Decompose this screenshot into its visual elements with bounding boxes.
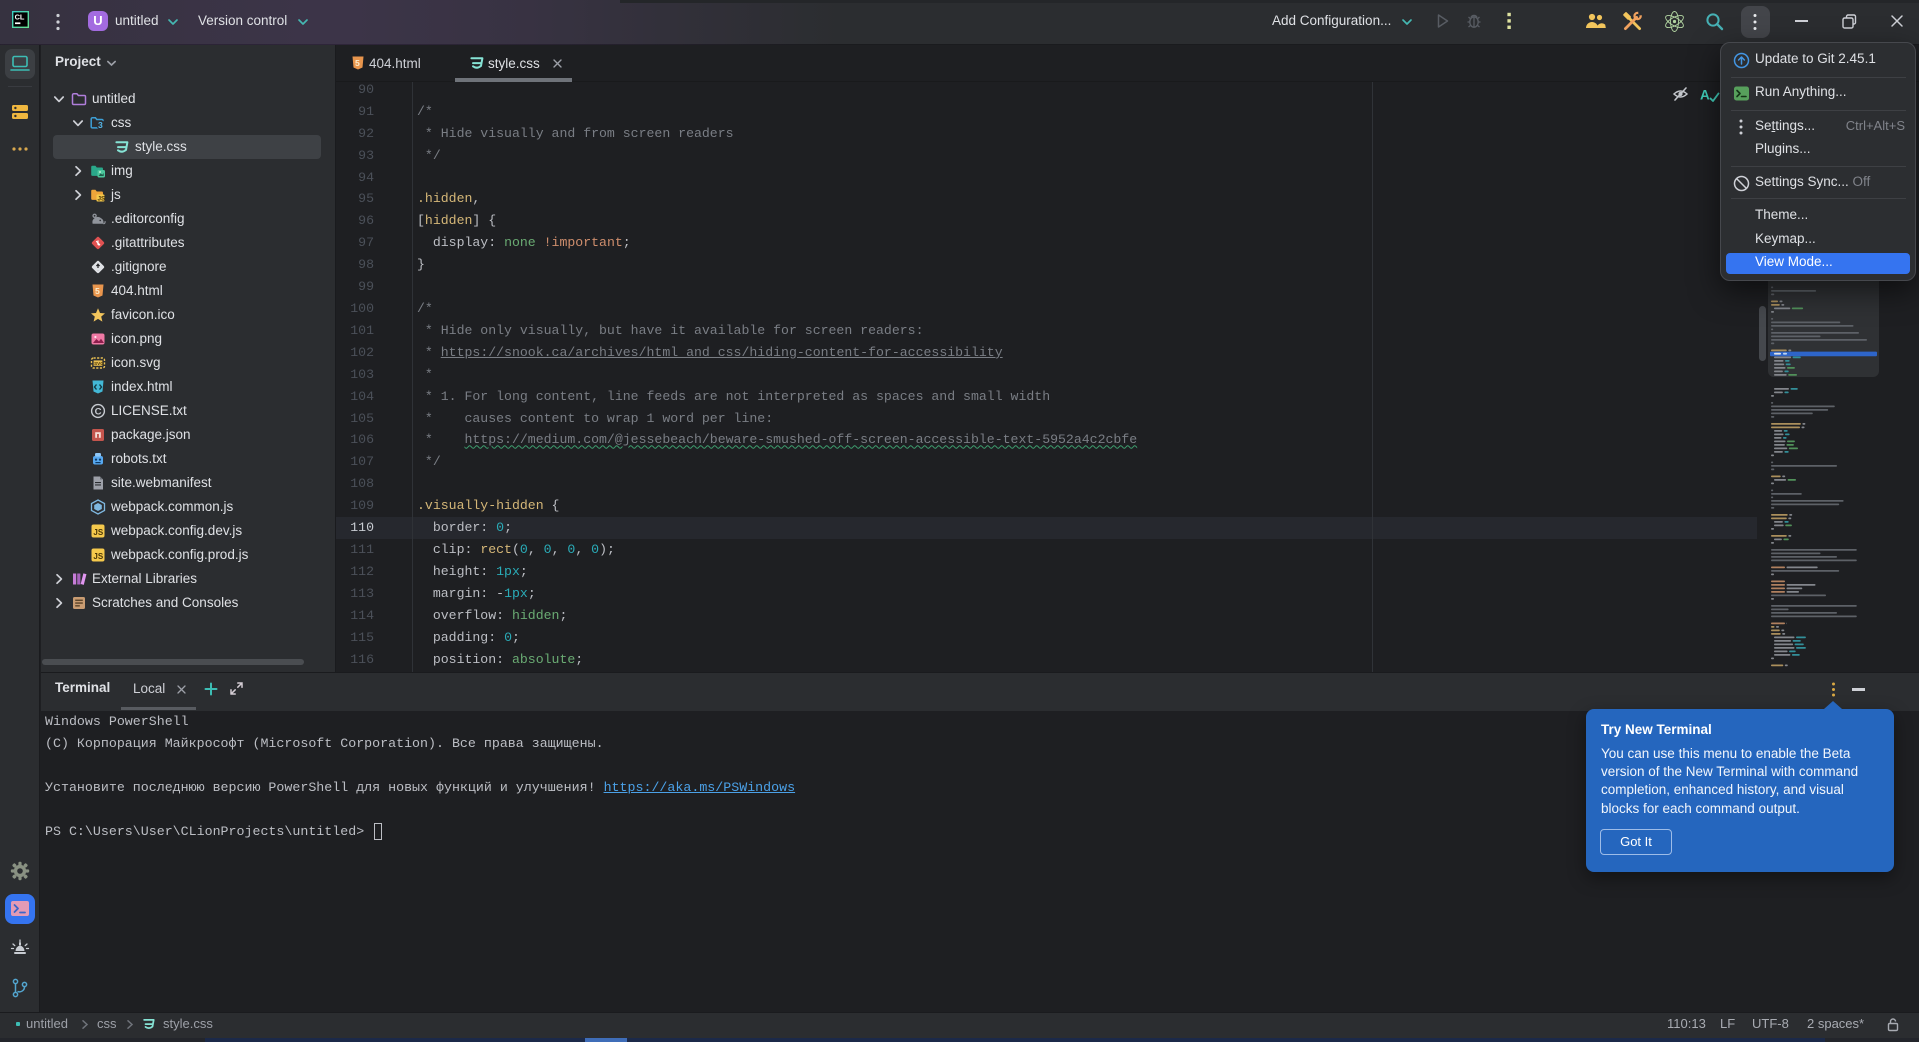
svg-text:C: C [95, 406, 102, 417]
svg-text:5: 5 [355, 58, 360, 68]
svg-text:JS: JS [98, 195, 107, 202]
svg-text:A: A [1700, 88, 1710, 103]
svg-text:JS: JS [93, 528, 103, 537]
svg-text:CL: CL [15, 13, 25, 22]
svg-text:SVG: SVG [94, 361, 104, 366]
svg-text:3: 3 [98, 120, 103, 130]
svg-text:JS: JS [93, 552, 103, 561]
svg-text:5: 5 [95, 286, 100, 296]
